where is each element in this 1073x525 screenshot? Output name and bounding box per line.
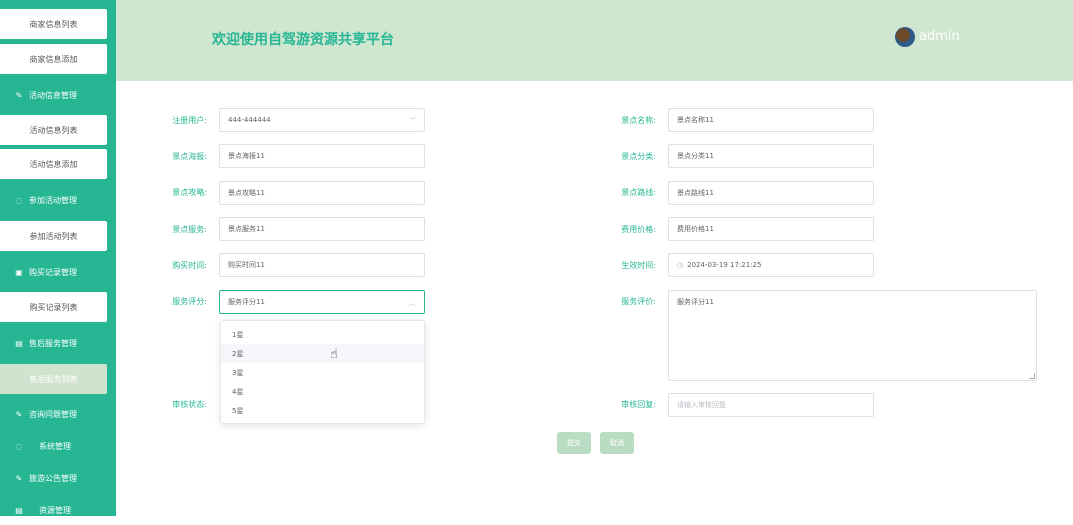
rating-option[interactable]: 1星 xyxy=(221,325,424,344)
sidebar-item-label: 购买记录管理 xyxy=(29,267,77,277)
sidebar-item-purchase-list[interactable]: 购买记录列表 xyxy=(0,292,107,322)
sidebar-group-participation[interactable]: ◌ 参加活动管理 xyxy=(0,185,116,215)
registered-user-select[interactable]: 444-444444 ﹀ xyxy=(219,108,425,132)
chart-icon: ▣ xyxy=(15,267,23,277)
scenic-route-label: 景点路线: xyxy=(621,188,656,197)
registered-user-value: 444-444444 xyxy=(228,116,271,124)
sidebar-item-activity-add[interactable]: 活动信息添加 xyxy=(0,149,107,179)
effective-time-label: 生效时间: xyxy=(621,261,656,270)
scenic-service-input[interactable]: 景点服务11 xyxy=(219,217,425,241)
chevron-down-icon: ﹀ xyxy=(409,117,416,125)
rating-option[interactable]: 2星 xyxy=(221,344,424,363)
edit-icon: ✎ xyxy=(15,473,23,483)
sidebar-group-consult[interactable]: ✎ 咨询问题管理 xyxy=(0,399,116,429)
sidebar-item-label: 咨询问题管理 xyxy=(29,409,77,419)
service-rating-select[interactable]: 服务评分11 ︿ xyxy=(219,290,425,314)
purchase-time-label: 购买时间: xyxy=(172,261,207,270)
service-review-value: 服务评分11 xyxy=(677,298,714,306)
scenic-poster-input[interactable]: 景点海报11 xyxy=(219,144,425,168)
scenic-route-value: 景点路线11 xyxy=(677,189,714,197)
service-rating-value: 服务评分11 xyxy=(228,298,265,306)
scenic-category-value: 景点分类11 xyxy=(677,152,714,160)
scenic-name-value: 景点名称11 xyxy=(677,116,714,124)
sidebar-item-label: 资源管理 xyxy=(39,505,71,515)
scenic-poster-value: 景点海报11 xyxy=(228,152,265,160)
rating-dropdown: 1星 2星 3星 4星 5星 xyxy=(220,320,425,424)
fee-price-input[interactable]: 费用价格11 xyxy=(668,217,874,241)
resize-handle[interactable] xyxy=(1029,373,1035,379)
scenic-service-label: 景点服务: xyxy=(172,225,207,234)
sidebar-group-system[interactable]: ◌ 系统管理 xyxy=(0,431,116,461)
edit-icon: ✎ xyxy=(15,409,23,419)
sidebar-item-aftersale-list[interactable]: 售后服务列表 xyxy=(0,364,107,394)
sidebar-item-activity-list[interactable]: 活动信息列表 xyxy=(0,115,107,145)
chevron-up-icon: ︿ xyxy=(409,299,416,307)
chat-icon: ◌ xyxy=(15,195,23,205)
scenic-service-value: 景点服务11 xyxy=(228,225,265,233)
service-review-label: 服务评价: xyxy=(621,297,656,306)
purchase-time-value: 购买时间11 xyxy=(228,261,265,269)
effective-time-input[interactable]: ◷ 2024-03-19 17:21:25 xyxy=(668,253,874,277)
scenic-guide-value: 景点攻略11 xyxy=(228,189,265,197)
scenic-poster-label: 景点海报: xyxy=(172,152,207,161)
document-icon: ▤ xyxy=(15,338,23,348)
sidebar-group-notice[interactable]: ✎ 旅游公告管理 xyxy=(0,463,116,493)
sidebar-item-label: 活动信息添加 xyxy=(29,159,78,169)
sidebar-group-activity[interactable]: ✎ 活动信息管理 xyxy=(0,80,116,110)
rating-option[interactable]: 4星 xyxy=(221,382,424,401)
page-title: 欢迎使用自驾游资源共享平台 xyxy=(212,32,394,48)
rating-option[interactable]: 5星 xyxy=(221,401,424,420)
effective-time-value: 2024-03-19 17:21:25 xyxy=(687,261,762,269)
header: 欢迎使用自驾游资源共享平台 admin xyxy=(116,0,1073,81)
submit-button[interactable]: 提交 xyxy=(557,432,591,454)
scenic-guide-label: 景点攻略: xyxy=(172,188,207,197)
sidebar-item-merchant-list[interactable]: 商家信息列表 xyxy=(0,9,107,39)
service-rating-label: 服务评分: xyxy=(172,297,207,306)
scenic-guide-input[interactable]: 景点攻略11 xyxy=(219,181,425,205)
purchase-time-input[interactable]: 购买时间11 xyxy=(219,253,425,277)
rating-option[interactable]: 3星 xyxy=(221,363,424,382)
sidebar-item-label: 售后服务管理 xyxy=(29,338,77,348)
sidebar-item-label: 商家信息添加 xyxy=(29,54,78,64)
username[interactable]: admin xyxy=(919,29,960,44)
sidebar-item-label: 参加活动管理 xyxy=(29,195,77,205)
clock-icon: ◷ xyxy=(677,261,684,269)
review-reply-input[interactable]: 请输入审核回复 xyxy=(668,393,874,417)
fee-price-value: 费用价格11 xyxy=(677,225,714,233)
sidebar-group-purchase[interactable]: ▣ 购买记录管理 xyxy=(0,257,116,287)
service-review-textarea[interactable]: 服务评分11 xyxy=(668,290,1037,381)
fee-price-label: 费用价格: xyxy=(621,225,656,234)
sidebar: 商家信息列表 商家信息添加 ✎ 活动信息管理 活动信息列表 活动信息添加 ◌ 参加活… xyxy=(0,0,116,516)
sidebar-item-label: 商家信息列表 xyxy=(29,19,78,29)
registered-user-label: 注册用户: xyxy=(172,116,207,125)
sidebar-item-merchant-add[interactable]: 商家信息添加 xyxy=(0,44,107,74)
sidebar-group-aftersale[interactable]: ▤ 售后服务管理 xyxy=(0,328,116,358)
sidebar-item-participation-list[interactable]: 参加活动列表 xyxy=(0,221,107,251)
scenic-category-input[interactable]: 景点分类11 xyxy=(668,144,874,168)
pointer-cursor-icon: ☝ xyxy=(330,347,338,362)
scenic-name-input[interactable]: 景点名称11 xyxy=(668,108,874,132)
sidebar-item-label: 活动信息管理 xyxy=(29,90,77,100)
review-reply-placeholder: 请输入审核回复 xyxy=(677,401,726,409)
sidebar-item-label: 参加活动列表 xyxy=(29,231,78,241)
sidebar-item-label: 旅游公告管理 xyxy=(29,473,77,483)
sidebar-item-label: 购买记录列表 xyxy=(29,302,78,312)
sidebar-item-label: 售后服务列表 xyxy=(29,374,78,384)
avatar[interactable] xyxy=(895,27,915,47)
sidebar-item-label: 系统管理 xyxy=(39,441,71,451)
scenic-route-input[interactable]: 景点路线11 xyxy=(668,181,874,205)
edit-icon: ✎ xyxy=(15,90,23,100)
scenic-category-label: 景点分类: xyxy=(621,152,656,161)
cancel-button[interactable]: 取消 xyxy=(600,432,634,454)
chat-icon: ◌ xyxy=(15,441,23,451)
scenic-name-label: 景点名称: xyxy=(621,116,656,125)
sidebar-group-resource[interactable]: ▤ 资源管理 xyxy=(0,495,116,525)
review-status-label: 审核状态: xyxy=(172,400,207,409)
review-reply-label: 审核回复: xyxy=(621,400,656,409)
document-icon: ▤ xyxy=(15,505,23,515)
sidebar-item-label: 活动信息列表 xyxy=(29,125,78,135)
